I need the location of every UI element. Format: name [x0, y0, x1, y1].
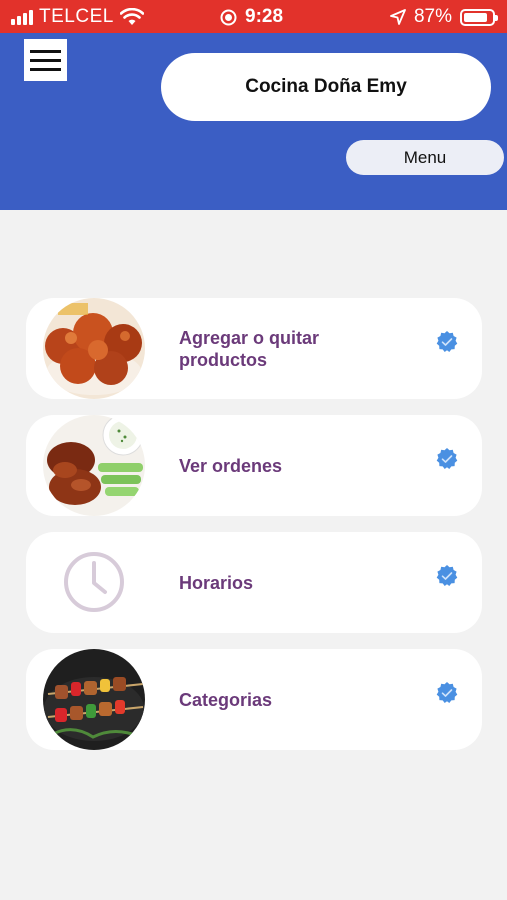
view-orders-label: Ver ordenes [179, 455, 283, 476]
bbq-chicken-photo [43, 415, 145, 516]
add-remove-products-card[interactable]: Agregar o quitar productos [26, 298, 482, 399]
screen-record-icon [220, 9, 237, 25]
clock-icon [43, 532, 145, 633]
schedule-label: Horarios [179, 572, 254, 593]
carrier-name: TELCEL [39, 6, 114, 27]
verified-check-icon [436, 682, 458, 703]
status-bar: TELCEL 9:28 87% [0, 0, 507, 33]
menu-button[interactable]: Menu [346, 140, 504, 175]
clock-time: 9:28 [245, 6, 284, 27]
wifi-icon [119, 8, 144, 25]
battery-icon [460, 8, 498, 26]
skewers-photo [43, 649, 145, 750]
add-remove-products-label: Agregar o quitar productos [179, 327, 320, 370]
categories-label: Categorias [179, 689, 273, 710]
categories-card[interactable]: Categorias [26, 649, 482, 750]
app-header: Cocina Doña Emy Menu [0, 33, 507, 210]
chicken-wings-photo [43, 298, 145, 399]
view-orders-card[interactable]: Ver ordenes [26, 415, 482, 516]
verified-check-icon [436, 448, 458, 469]
schedule-card[interactable]: Horarios [26, 532, 482, 633]
battery-percent: 87% [413, 6, 452, 27]
verified-check-icon [436, 565, 458, 586]
signal-icon [11, 9, 33, 25]
location-arrow-icon [390, 9, 406, 25]
restaurant-title: Cocina Doña Emy [161, 53, 491, 121]
verified-check-icon [436, 331, 458, 352]
hamburger-menu-icon[interactable] [24, 39, 67, 81]
